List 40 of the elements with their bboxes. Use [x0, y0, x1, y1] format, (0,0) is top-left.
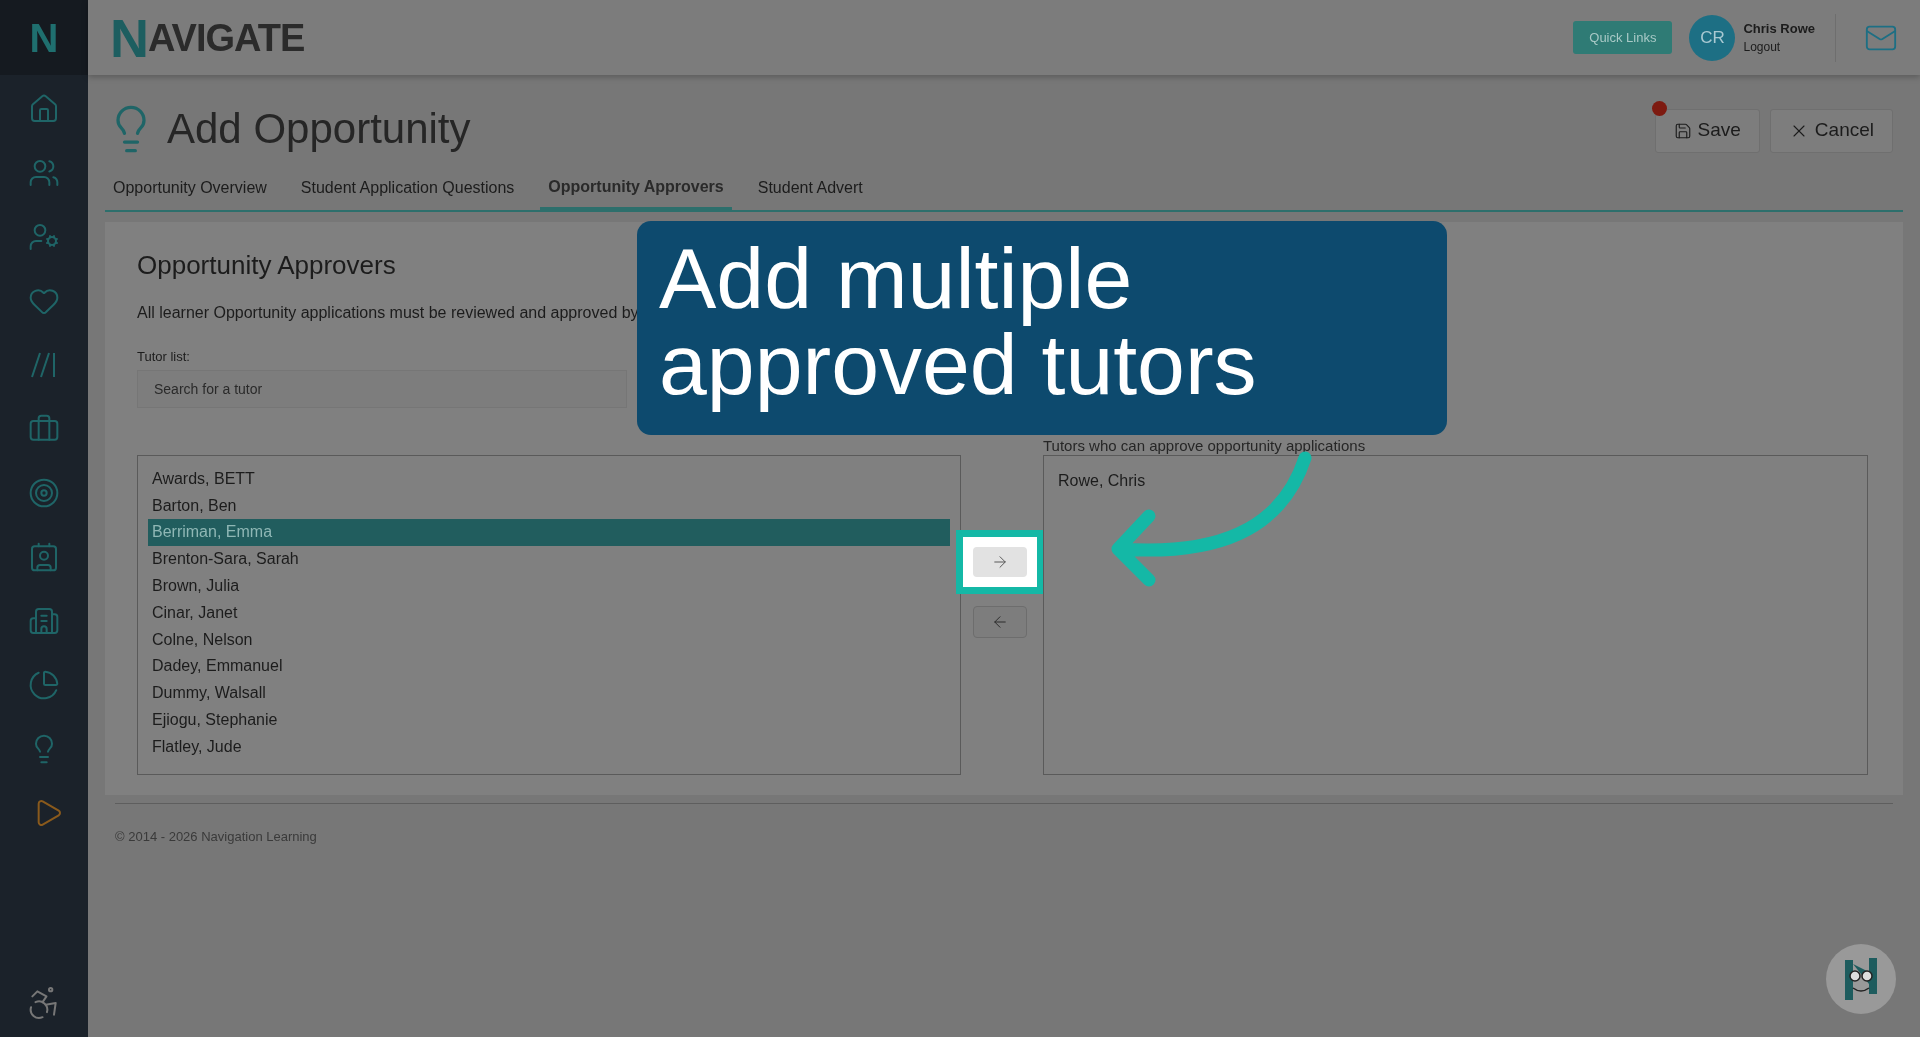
tab[interactable]: Student Advert	[749, 166, 871, 210]
tab[interactable]: Opportunity Approvers	[540, 166, 732, 210]
tutor-list-item[interactable]: Awards, BETT	[148, 465, 950, 493]
tab[interactable]: Student Application Questions	[292, 166, 523, 210]
description-text: All learner Opportunity applications must be reviewed and approved by	[137, 303, 639, 323]
tutor-list-item[interactable]: Colne, Nelson	[148, 626, 950, 654]
tutor-list-item[interactable]: Flatley, Jude	[148, 733, 950, 761]
tutor-list-label: Tutor list:	[137, 348, 190, 366]
approver-list-item[interactable]: Rowe, Chris	[1058, 467, 1853, 494]
save-button[interactable]: Save	[1654, 108, 1760, 153]
user-name: Chris Rowe	[1743, 19, 1815, 38]
user-avatar[interactable]: CR	[1689, 14, 1736, 61]
navigate-logo[interactable]: NAVIGATE	[110, 10, 305, 65]
save-icon	[1673, 121, 1692, 140]
pie-chart-icon[interactable]	[28, 669, 60, 701]
contact-card-icon[interactable]	[28, 541, 60, 573]
tutor-list-item[interactable]: Brenton-Sara, Sarah	[148, 545, 950, 573]
tutor-list-item[interactable]: Dummy, Walsall	[148, 679, 950, 707]
tutor-list-item[interactable]: Cinar, Janet	[148, 599, 950, 627]
tab[interactable]: Opportunity Overview	[105, 166, 275, 210]
tutor-list-item[interactable]: Berriman, Emma	[148, 519, 950, 546]
page-title: Add Opportunity	[167, 104, 471, 154]
callout-box: Add multiple approved tutors	[637, 221, 1447, 435]
cancel-button[interactable]: Cancel	[1769, 108, 1893, 153]
move-right-button[interactable]	[973, 546, 1027, 577]
tutor-list-item[interactable]: Brown, Julia	[148, 572, 950, 600]
tutor-list-item[interactable]: Dadey, Emmanuel	[148, 653, 950, 680]
logout-link[interactable]: Logout	[1743, 38, 1815, 57]
tutor-list-item[interactable]: Ejiogu, Stephanie	[148, 706, 950, 734]
footer-text: © 2014 - 2026 Navigation Learning	[115, 828, 317, 844]
approvers-label: Tutors who can approve opportunity applications	[1043, 435, 1366, 455]
people-icon[interactable]	[28, 157, 60, 189]
tutor-search-field[interactable]: Search for a tutor	[137, 369, 627, 408]
quick-links-button[interactable]: Quick Links	[1573, 21, 1673, 54]
building-person-icon[interactable]	[28, 605, 60, 637]
section-heading: Opportunity Approvers	[137, 249, 396, 282]
tutor-list-item[interactable]: Barton, Ben	[148, 492, 950, 520]
move-left-button[interactable]	[973, 605, 1027, 638]
home-icon[interactable]	[28, 93, 60, 125]
target-icon[interactable]	[28, 477, 60, 509]
